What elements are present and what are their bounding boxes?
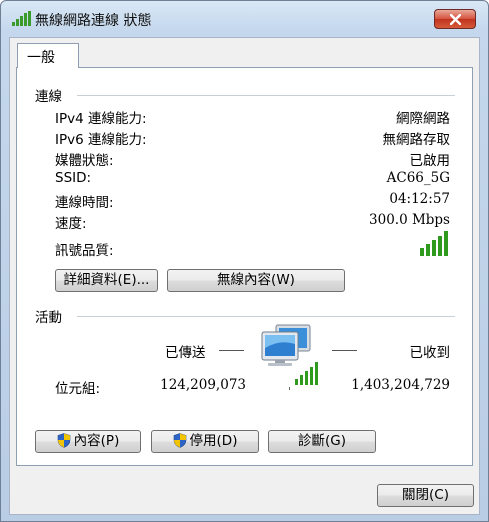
network-computers-icon bbox=[261, 324, 318, 390]
disable-button[interactable]: 停用(D) bbox=[151, 430, 259, 453]
ssid-label: SSID: bbox=[55, 170, 92, 186]
tab-label: 一般 bbox=[27, 50, 55, 66]
signal-strength-icon bbox=[420, 231, 448, 256]
tab-general[interactable]: 一般 bbox=[17, 43, 79, 68]
close-button[interactable]: 關閉(C) bbox=[377, 484, 474, 507]
tab-panel-general: 連線 IPv4 連線能力: 網際網路 IPv6 連線能力: 無網路存取 媒體狀態… bbox=[16, 67, 473, 466]
ssid-value: AC66_5G bbox=[386, 170, 450, 186]
ipv4-label: IPv4 連線能力: bbox=[55, 111, 147, 127]
bytes-label: 位元組: bbox=[55, 381, 101, 397]
ipv6-label: IPv6 連線能力: bbox=[55, 132, 147, 148]
close-icon bbox=[450, 14, 461, 25]
connection-divider bbox=[77, 95, 455, 96]
bytes-received-value: 1,403,204,729 bbox=[351, 377, 450, 393]
bytes-sent-value: 124,209,073 bbox=[160, 377, 246, 393]
duration-value: 04:12:57 bbox=[389, 191, 450, 207]
media-state-value: 已啟用 bbox=[409, 153, 451, 169]
disable-button-label: 停用(D) bbox=[189, 433, 238, 449]
media-state-label: 媒體狀態: bbox=[55, 153, 114, 169]
diagnose-button[interactable]: 診斷(G) bbox=[268, 430, 376, 453]
wireless-signal-icon bbox=[12, 11, 31, 26]
activity-section-title: 活動 bbox=[35, 310, 62, 326]
received-dash bbox=[332, 350, 357, 351]
uac-shield-icon bbox=[57, 433, 70, 448]
properties-button-label: 內容(P) bbox=[73, 433, 120, 449]
uac-shield-icon bbox=[173, 433, 186, 448]
activity-divider bbox=[77, 316, 455, 317]
speed-value: 300.0 Mbps bbox=[369, 212, 450, 228]
speed-label: 速度: bbox=[55, 216, 87, 232]
status-window: 無線網路連線 狀態 一般 連線 IPv4 連線能力: 網際網路 IPv6 連線能… bbox=[0, 0, 489, 522]
ipv4-value: 網際網路 bbox=[396, 111, 450, 127]
properties-button[interactable]: 內容(P) bbox=[35, 430, 141, 453]
signal-quality-label: 訊號品質: bbox=[55, 243, 114, 259]
received-label: 已收到 bbox=[409, 345, 451, 361]
duration-label: 連線時間: bbox=[55, 195, 114, 211]
window-close-button[interactable] bbox=[434, 9, 476, 29]
ipv6-value: 無網路存取 bbox=[382, 132, 451, 148]
connection-section-title: 連線 bbox=[35, 89, 62, 105]
details-button[interactable]: 詳細資料(E)... bbox=[55, 269, 158, 292]
sent-dash bbox=[219, 350, 244, 351]
wireless-properties-button[interactable]: 無線內容(W) bbox=[167, 269, 345, 292]
dialog-client-area: 一般 連線 IPv4 連線能力: 網際網路 IPv6 連線能力: 無網路存取 媒… bbox=[9, 37, 480, 515]
sent-label: 已傳送 bbox=[165, 345, 206, 361]
window-title: 無線網路連線 狀態 bbox=[35, 13, 152, 29]
title-bar[interactable]: 無線網路連線 狀態 bbox=[1, 1, 488, 37]
